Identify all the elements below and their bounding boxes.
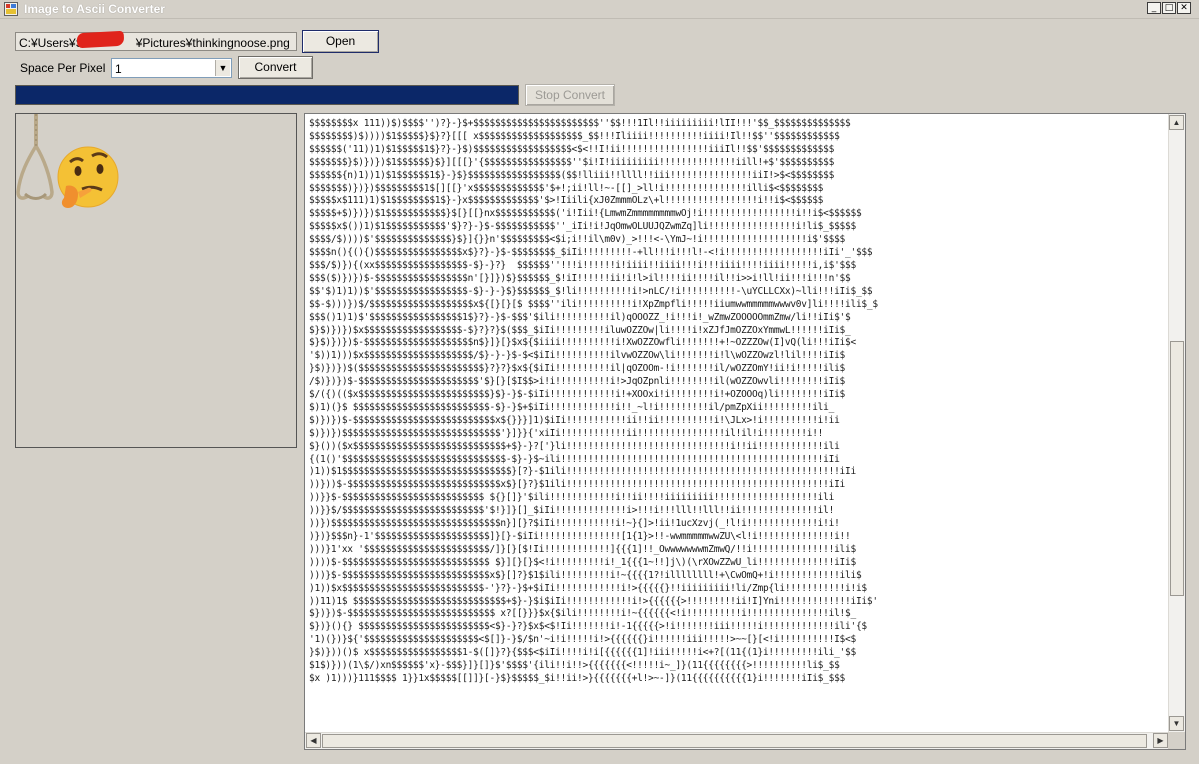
ascii-line: ))}}$/$$$$$$$$$$$$$$$$$$$$$$$$$$'$!}]}[]…: [309, 505, 835, 517]
horizontal-scrollbar[interactable]: ◀ ▶: [305, 732, 1169, 749]
ascii-line: $$$$/$))))$'$$$$$$$$$$$$$$}$}]{}}n'$$$$$…: [309, 234, 846, 246]
image-preview: [15, 113, 297, 448]
ascii-line: $$$$$+$)})})$1$$$$$$$$$$$}$[}[[}nx$$$$$$…: [309, 208, 862, 220]
ascii-line: $/({)(($x$$$$$$$$$$$$$$$$$$$$$$$$}$}-}$-…: [309, 389, 846, 401]
ascii-line: $$$$n(){(){)$$$$$$$$$$$$$$$$x$}?}-}$-$$$…: [309, 247, 873, 259]
ascii-line: $$$$$$('11))1)$1$$$$$1$}?}-}$)$$$$$$$$$$…: [309, 143, 835, 155]
ascii-line: ))}))$-$$$$$$$$$$$$$$$$$$$$$$$$$$$$x$}[}…: [309, 479, 846, 491]
minimize-button[interactable]: _: [1147, 2, 1161, 14]
ascii-line: }$)})})$($$$$$$$$$$$$$$$$$$$$$$$}?}?}$x$…: [309, 363, 846, 375]
open-button[interactable]: Open: [302, 30, 379, 53]
space-per-pixel-select[interactable]: 1 ▼: [111, 58, 232, 78]
ascii-line: $$$$$$$}$)})})$1$$$$$$}$}][[[}'{$$$$$$$$…: [309, 156, 835, 168]
ascii-line: $$$$$$$)})})$$$$$$$$$1$[][[}'x$$$$$$$$$$…: [309, 182, 824, 194]
ascii-line: ))))$-$$$$$$$$$$$$$$$$$$$$$$$$$$$ $}][}[…: [309, 556, 856, 568]
ascii-line: $}())($x$$$$$$$$$$$$$$$$$$$$$$$$$$$$+$}-…: [309, 440, 840, 452]
ascii-line: )1))$x$$$$$$$$$$$$$$$$$$$$$$$$$$-'}?}-}$…: [309, 582, 867, 594]
thinking-noose-image: [16, 114, 119, 208]
title-bar: Image to Ascii Converter _ □ ✕: [0, 0, 1199, 19]
ascii-line: $1$)}))(1\$/)xn$$$$$$'x}-$$$}]}[]}$'$$$$…: [309, 660, 840, 672]
redaction-mark: [76, 30, 125, 49]
vertical-scrollbar[interactable]: ▲ ▼: [1168, 114, 1185, 732]
file-path-text: C:¥Users¥S ¥Pictures¥thinkingnoose.png: [19, 36, 290, 50]
scroll-left-icon[interactable]: ◀: [306, 733, 321, 748]
ascii-line: $)})})$-$$$$$$$$$$$$$$$$$$$$$$$$$$x${}}}…: [309, 414, 840, 426]
ascii-line: $$$$$x$())1)$1$$$$$$$$$$$'$}?}-}$-$$$$$$…: [309, 221, 856, 233]
app-icon: [4, 2, 18, 16]
ascii-line: $}$)})})$x$$$$$$$$$$$$$$$$$$-$}?}?}$($$$…: [309, 324, 851, 336]
stop-convert-button[interactable]: Stop Convert: [525, 84, 615, 106]
ascii-line: {(1()'$$$$$$$$$$$$$$$$$$$$$$$$$$$$$$-$}-…: [309, 453, 840, 465]
close-button[interactable]: ✕: [1177, 2, 1191, 14]
ascii-line: $$$$$$$$)$))))$1$$$$$}$}?}[[[ x$$$$$$$$$…: [309, 130, 840, 142]
convert-button[interactable]: Convert: [238, 56, 313, 79]
ascii-line: ))}}$-$$$$$$$$$$$$$$$$$$$$$$$$$$ ${}[]}'…: [309, 492, 835, 504]
ascii-line: $})}(){} $$$$$$$$$$$$$$$$$$$$$$$$<$}-}?}…: [309, 621, 867, 633]
ascii-line: )))}1'xx '$$$$$$$$$$$$$$$$$$$$$$$/]}[}[$…: [309, 543, 856, 555]
ascii-line: }$)}))()$ x$$$$$$$$$$$$$$$$$1-$([]}?}{$$…: [309, 647, 856, 659]
ascii-line: $$$/$)}){(xx$$$$$$$$$$$$$$$$$-$}-}?} $$$…: [309, 259, 856, 271]
window-title: Image to Ascii Converter: [24, 2, 165, 16]
vertical-scroll-thumb[interactable]: [1170, 341, 1184, 596]
ascii-line: $$$()1)1)$'$$$$$$$$$$$$$$$$$1$}?}-}$-$$$…: [309, 311, 851, 323]
ascii-line: $x )1)))}111$$$$ 1}}1x$$$$$[[]]}[-}$}$$$…: [309, 672, 846, 684]
ascii-line: ))11)1$ $$$$$$$$$$$$$$$$$$$$$$$$$$$$+$}-…: [309, 595, 878, 607]
file-path-suffix: ¥Pictures¥thinkingnoose.png: [135, 36, 290, 50]
ascii-line: $$'$)1)1))$'$$$$$$$$$$$$$$$$$-$}-}-}$}$$…: [309, 285, 873, 297]
ascii-line: '$))1)))$x$$$$$$$$$$$$$$$$$$$$/$}-}-}$-$…: [309, 350, 846, 362]
file-path-prefix: C:¥Users¥S: [19, 36, 84, 50]
ascii-line: $}$)})})$-$$$$$$$$$$$$$$$$$$$$n$}]}[}$x$…: [309, 337, 856, 349]
ascii-line: )1))$1$$$$$$$$$$$$$$$$$$$$$$$$$$$$$$$}[?…: [309, 466, 856, 478]
ascii-line: $$$($)})})$-$$$$$$$$$$$$$$$$$n'[}]})$}$$…: [309, 272, 851, 284]
ascii-line: $$$$$$$$x 111))$)$$$$'')?}-}$+$$$$$$$$$$…: [309, 118, 851, 129]
ascii-line: $$-$)))})$/$$$$$$$$$$$$$$$$$$$x${[}[}[$ …: [309, 298, 878, 310]
scroll-up-icon[interactable]: ▲: [1169, 115, 1184, 130]
ascii-line: $$$$$x$111)1)$1$$$$$$$$1$}-}x$$$$$$$$$$$…: [309, 195, 824, 207]
maximize-button[interactable]: □: [1162, 2, 1176, 14]
ascii-line: )})}$$$n}-1'$$$$$$$$$$$$$$$$$$$$$]}[}-$i…: [309, 531, 851, 542]
ascii-line: /$)})})$-$$$$$$$$$$$$$$$$$$$$$$'$}[}[$I$…: [309, 376, 846, 388]
ascii-output-textbox[interactable]: $$$$$$$$x 111))$)$$$$'')?}-}$+$$$$$$$$$$…: [304, 113, 1186, 750]
scroll-right-icon[interactable]: ▶: [1153, 733, 1168, 748]
ascii-output-text: $$$$$$$$x 111))$)$$$$'')?}-}$+$$$$$$$$$$…: [309, 118, 1159, 736]
ascii-line: $)1)(}$ $$$$$$$$$$$$$$$$$$$$$$$$$-$}-}$+…: [309, 401, 835, 413]
ascii-line: )))}$-$$$$$$$$$$$$$$$$$$$$$$$$$$$x$}[]?}…: [309, 569, 862, 581]
ascii-line: $$$$$${n)1))1)$1$$$$$$1$}-}$}$$$$$$$$$$$…: [309, 169, 835, 181]
file-path-field[interactable]: C:¥Users¥S ¥Pictures¥thinkingnoose.png: [15, 30, 297, 51]
scroll-down-icon[interactable]: ▼: [1169, 716, 1184, 731]
scrollbar-corner: [1168, 732, 1185, 749]
chevron-down-icon[interactable]: ▼: [215, 60, 230, 76]
ascii-line: '1)(})}${'$$$$$$$$$$$$$$$$$$$$$<$[]}-}$/…: [309, 634, 856, 646]
ascii-line: ))})$$$$$$$$$$$$$$$$$$$$$$$$$$$$$$$n}][}…: [309, 518, 840, 530]
space-per-pixel-label: Space Per Pixel: [20, 61, 106, 75]
horizontal-scroll-thumb[interactable]: [322, 734, 1147, 748]
ascii-line: $})})$-$$$$$$$$$$$$$$$$$$$$$$$$$$$ x?[[}…: [309, 608, 856, 620]
space-per-pixel-value: 1: [115, 62, 122, 76]
progress-bar: [15, 85, 519, 105]
ascii-line: $)})})$$$$$$$$$$$$$$$$$$$$$$$$$$$$$'}]}}…: [309, 427, 824, 439]
